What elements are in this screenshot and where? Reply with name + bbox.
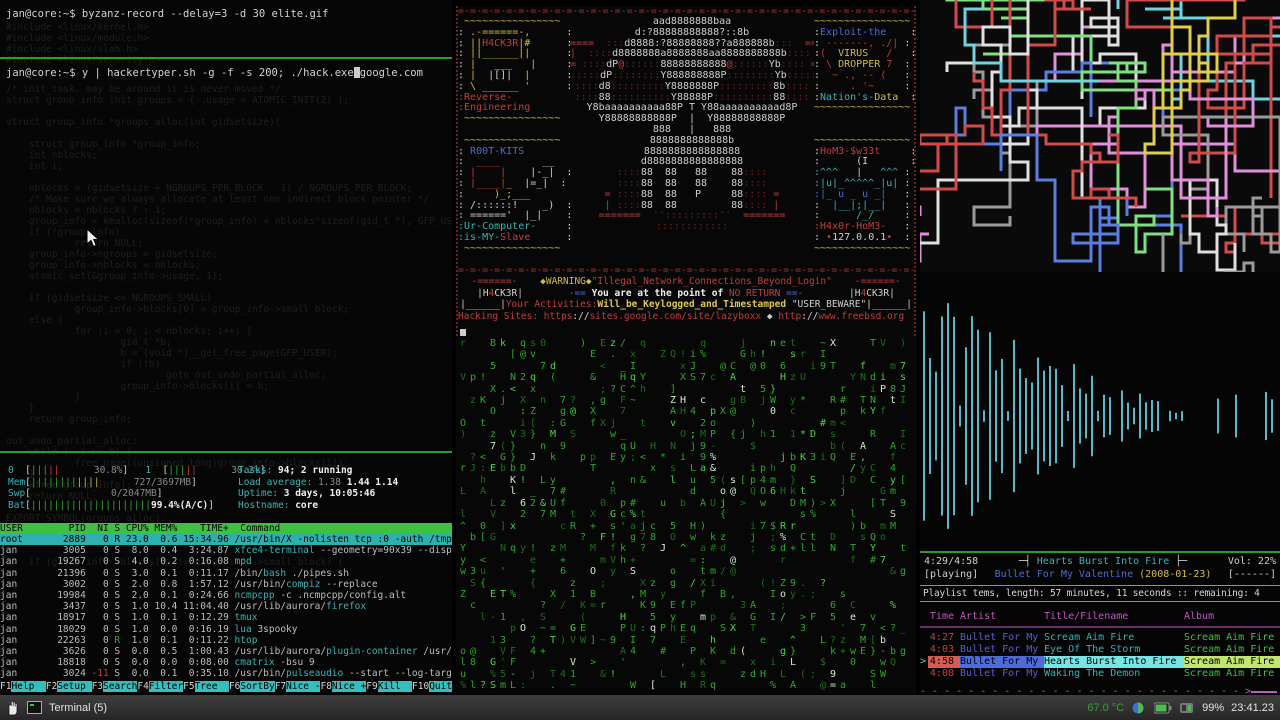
playlist-row[interactable]: >4:58 Bullet For MyHearts Burst Into Fir… — [920, 656, 1280, 668]
taskbar: Terminal (5) 67.0 °C 99% 23:41.23 — [0, 695, 1280, 720]
htop-process-list: root 2889 0 R 23.0 0.6 15:34.96 /usr/bin… — [0, 534, 452, 680]
mouse-pointer — [86, 228, 102, 248]
battery-percentage: 99% — [1202, 702, 1224, 714]
network-tray-icon[interactable] — [1131, 701, 1147, 715]
htop-row[interactable]: jan 3005 0 S 8.0 0.4 3:24.87 xfce4-termi… — [0, 545, 452, 556]
progress-indicator[interactable]: [------] — [1228, 569, 1276, 580]
volume-indicator[interactable]: Vol: 22% — [1228, 556, 1276, 567]
htop-function-key-bar[interactable]: F1Help F2Setup F3SearchF4FilterF5Tree F6… — [0, 681, 452, 693]
spooky-top-border: =-=-=-=-=-=-=-=-=-=-=-=-=-=-=-=-=-=-=-=-… — [458, 6, 914, 17]
track-artist: Bullet For My Valentine — [995, 569, 1133, 580]
pipes-screensaver-pane — [920, 0, 1280, 272]
fkey-F7[interactable]: F7 — [275, 681, 286, 692]
ascii-box-right: ~~~~~~~~~~~~~~~~:Exploit-the :: -------,… — [814, 17, 914, 265]
player-status-line-1: 4:29/4:58 ─┤ Hearts Burst Into Fire ├─ V… — [920, 556, 1280, 567]
htop-row[interactable]: jan 18818 0 S 0.0 0.0 0:08.00 cmatrix -b… — [0, 657, 452, 668]
spooky-ascii-pane: =-=-=-=-=-=-=-=-=-=-=-=-=-=-=-=-=-=-=-=-… — [456, 6, 916, 336]
tmux-pane-border-1[interactable] — [0, 57, 452, 59]
shell-cursor — [460, 329, 466, 336]
htop-row[interactable]: root 2889 0 R 23.0 0.6 15:34.96 /usr/bin… — [0, 534, 452, 545]
clock[interactable]: 23:41.23 — [1231, 702, 1274, 714]
fkey-F6[interactable]: F6 — [229, 681, 240, 692]
playlist-scroll-line: - - - - - - - - - - - - - - - - - - - - … — [920, 686, 1280, 694]
dashes: - - - - - - - - - - - - - - - - - - - - … — [920, 686, 1245, 694]
track-artist-banner: Bullet For My Valentine (2008-01-23) — [995, 569, 1212, 580]
fkey-F8[interactable]: F8 — [320, 681, 331, 692]
skull-ascii-art: ~~~~~~~~~~~~~~~~: .-======-, :: ||H4CK3R… — [458, 17, 914, 265]
fkey-F2[interactable]: F2 — [46, 681, 57, 692]
htop-row[interactable]: jan 3002 0 S 2.0 0.8 1:57.12 /usr/bin/co… — [0, 579, 452, 590]
audio-visualizer — [920, 280, 1280, 551]
command-hackertyper-tail: google.com — [360, 67, 423, 79]
pipes-art — [920, 0, 1280, 272]
prompt-user-host: jan@core:~$ — [6, 67, 76, 79]
left-terminal-window[interactable]: jan@core:~$ byzanz-record --delay=3 -d 3… — [0, 0, 452, 694]
htop-row[interactable]: jan 18029 0 S 1.0 0.0 0:16.19 lua 3spook… — [0, 624, 452, 635]
htop-column-header[interactable]: USER PID NI S CPU% MEM% TIME+ Command — [0, 523, 452, 534]
playlist-column-header[interactable]: Time ArtistTitle/FilenameAlbum — [920, 607, 1280, 628]
htop-row[interactable]: jan 3626 0 S 0.0 0.5 1:00.43 /usr/lib/au… — [0, 646, 452, 657]
htop-row[interactable]: jan 22263 0 R 1.0 0.1 0:11.22 htop — [0, 635, 452, 646]
track-title: Hearts Burst Into Fire — [1037, 556, 1169, 567]
htop-row[interactable]: jan 19984 0 S 2.0 0.1 0:24.66 ncmpcpp -c… — [0, 590, 452, 601]
track-elapsed-time: 4:29/4:58 — [924, 556, 978, 567]
ncmpcpp-pane: 4:29/4:58 ─┤ Hearts Burst Into Fire ├─ V… — [920, 280, 1280, 694]
terminal-window-icon[interactable] — [27, 701, 42, 714]
playlist-summary: Playlist tems, length: 57 minutes, 11 se… — [920, 585, 1280, 602]
fkey-F3[interactable]: F3 — [92, 681, 103, 692]
command-byzanz: byzanz-record --delay=3 -d 30 elite.gif — [76, 8, 329, 20]
spooky-mid-border: =-=-=-=-=-=-=-=-=-=-=-=-=-=-=-=-=-=-=-=-… — [458, 265, 914, 276]
prompt-user-host: jan@core:~$ — [6, 8, 76, 20]
fkey-F4[interactable]: F4 — [137, 681, 148, 692]
battery-tray-icon[interactable] — [1154, 702, 1172, 714]
warning-banner: -======- ◆WARNING◆"Illegal_Network_Conne… — [458, 276, 914, 322]
taskbar-window-button[interactable]: Terminal (5) — [49, 702, 107, 714]
command-hackertyper: y | hackertyper.sh -g -f -s 200; ./hack.… — [76, 67, 354, 79]
col-artist[interactable]: Artist — [960, 611, 1044, 623]
htop-row[interactable]: jan 19267 0 S 4.0 0.2 0:16.08 mpd — [0, 556, 452, 567]
right-terminal-window[interactable]: 4:29/4:58 ─┤ Hearts Burst Into Fire ├─ V… — [920, 0, 1280, 694]
htop-row[interactable]: jan 21396 0 S 3.0 0.1 0:11.17 /bin/bash … — [0, 568, 452, 579]
fkey-F9[interactable]: F9 — [366, 681, 377, 692]
scroll-tail — [1251, 691, 1277, 693]
ascii-skull: aad8888888baad:?88888888888?::8b==== :::… — [570, 17, 814, 265]
playlist-row[interactable]: 4:27 Bullet For MyScream Aim FireScream … — [920, 632, 1280, 644]
player-status-line-2: [playing] Bullet For My Valentine (2008-… — [920, 569, 1280, 580]
playlist: 4:27 Bullet For MyScream Aim FireScream … — [920, 632, 1280, 680]
playlist-row[interactable]: 4:03 Bullet For MyEye Of The StormScream… — [920, 644, 1280, 656]
col-title[interactable]: Title/Filename — [1044, 611, 1184, 623]
player-state: [playing] — [924, 569, 978, 580]
desktop-hand-icon[interactable] — [6, 700, 20, 716]
track-title-banner: ─┤ Hearts Burst Into Fire ├─ — [1019, 556, 1188, 567]
shell-prompt-1: jan@core:~$ byzanz-record --delay=3 -d 3… — [6, 8, 328, 20]
fkey-F10[interactable]: F10 — [412, 681, 429, 692]
fkey-F5[interactable]: F5 — [183, 681, 194, 692]
faint-code-1: #include <linux/kernel.h> #include <linu… — [6, 22, 160, 66]
htop-row[interactable]: jan 3437 0 S 1.0 10.4 11:04.40 /usr/lib/… — [0, 601, 452, 612]
fkey-F1[interactable]: F1 — [0, 681, 11, 692]
shell-prompt-2[interactable]: jan@core:~$ y | hackertyper.sh -g -f -s … — [6, 67, 423, 79]
visualizer-separator — [920, 551, 1280, 553]
htop-row[interactable]: jan 18917 0 S 1.0 0.1 0:12.29 tmux — [0, 612, 452, 623]
track-date: (2008-01-23) — [1133, 569, 1211, 580]
playlist-row[interactable]: 4:08 Bullet For MyWaking The DemonScream… — [920, 668, 1280, 680]
htop-panel: 0 [||||| 30.8%] 1 [||||| 30.2%]Mem[|||||… — [0, 453, 452, 694]
cmatrix-pane: r V O ) r L l ^ Y y w Z o l u % p z ? J … — [456, 336, 916, 694]
ascii-box-left: ~~~~~~~~~~~~~~~~: .-======-, :: ||H4CK3R… — [458, 17, 570, 265]
center-terminal-window[interactable]: =-=-=-=-=-=-=-=-=-=-=-=-=-=-=-=-=-=-=-=-… — [456, 6, 916, 694]
htop-row[interactable]: jan 3024 -11 S 0.0 0.1 0:35.10 /usr/bin/… — [0, 668, 452, 679]
col-time[interactable]: Time — [928, 611, 954, 623]
htop-meters: 0 [||||| 30.8%] 1 [||||| 30.2%]Mem[|||||… — [8, 465, 266, 511]
volume-tray-icon[interactable] — [1179, 701, 1195, 715]
cpu-temperature: 67.0 °C — [1087, 702, 1124, 714]
htop-info: Tasks: 94; 2 runningLoad average: 1.38 1… — [238, 465, 398, 511]
col-album[interactable]: Album — [1184, 611, 1280, 623]
